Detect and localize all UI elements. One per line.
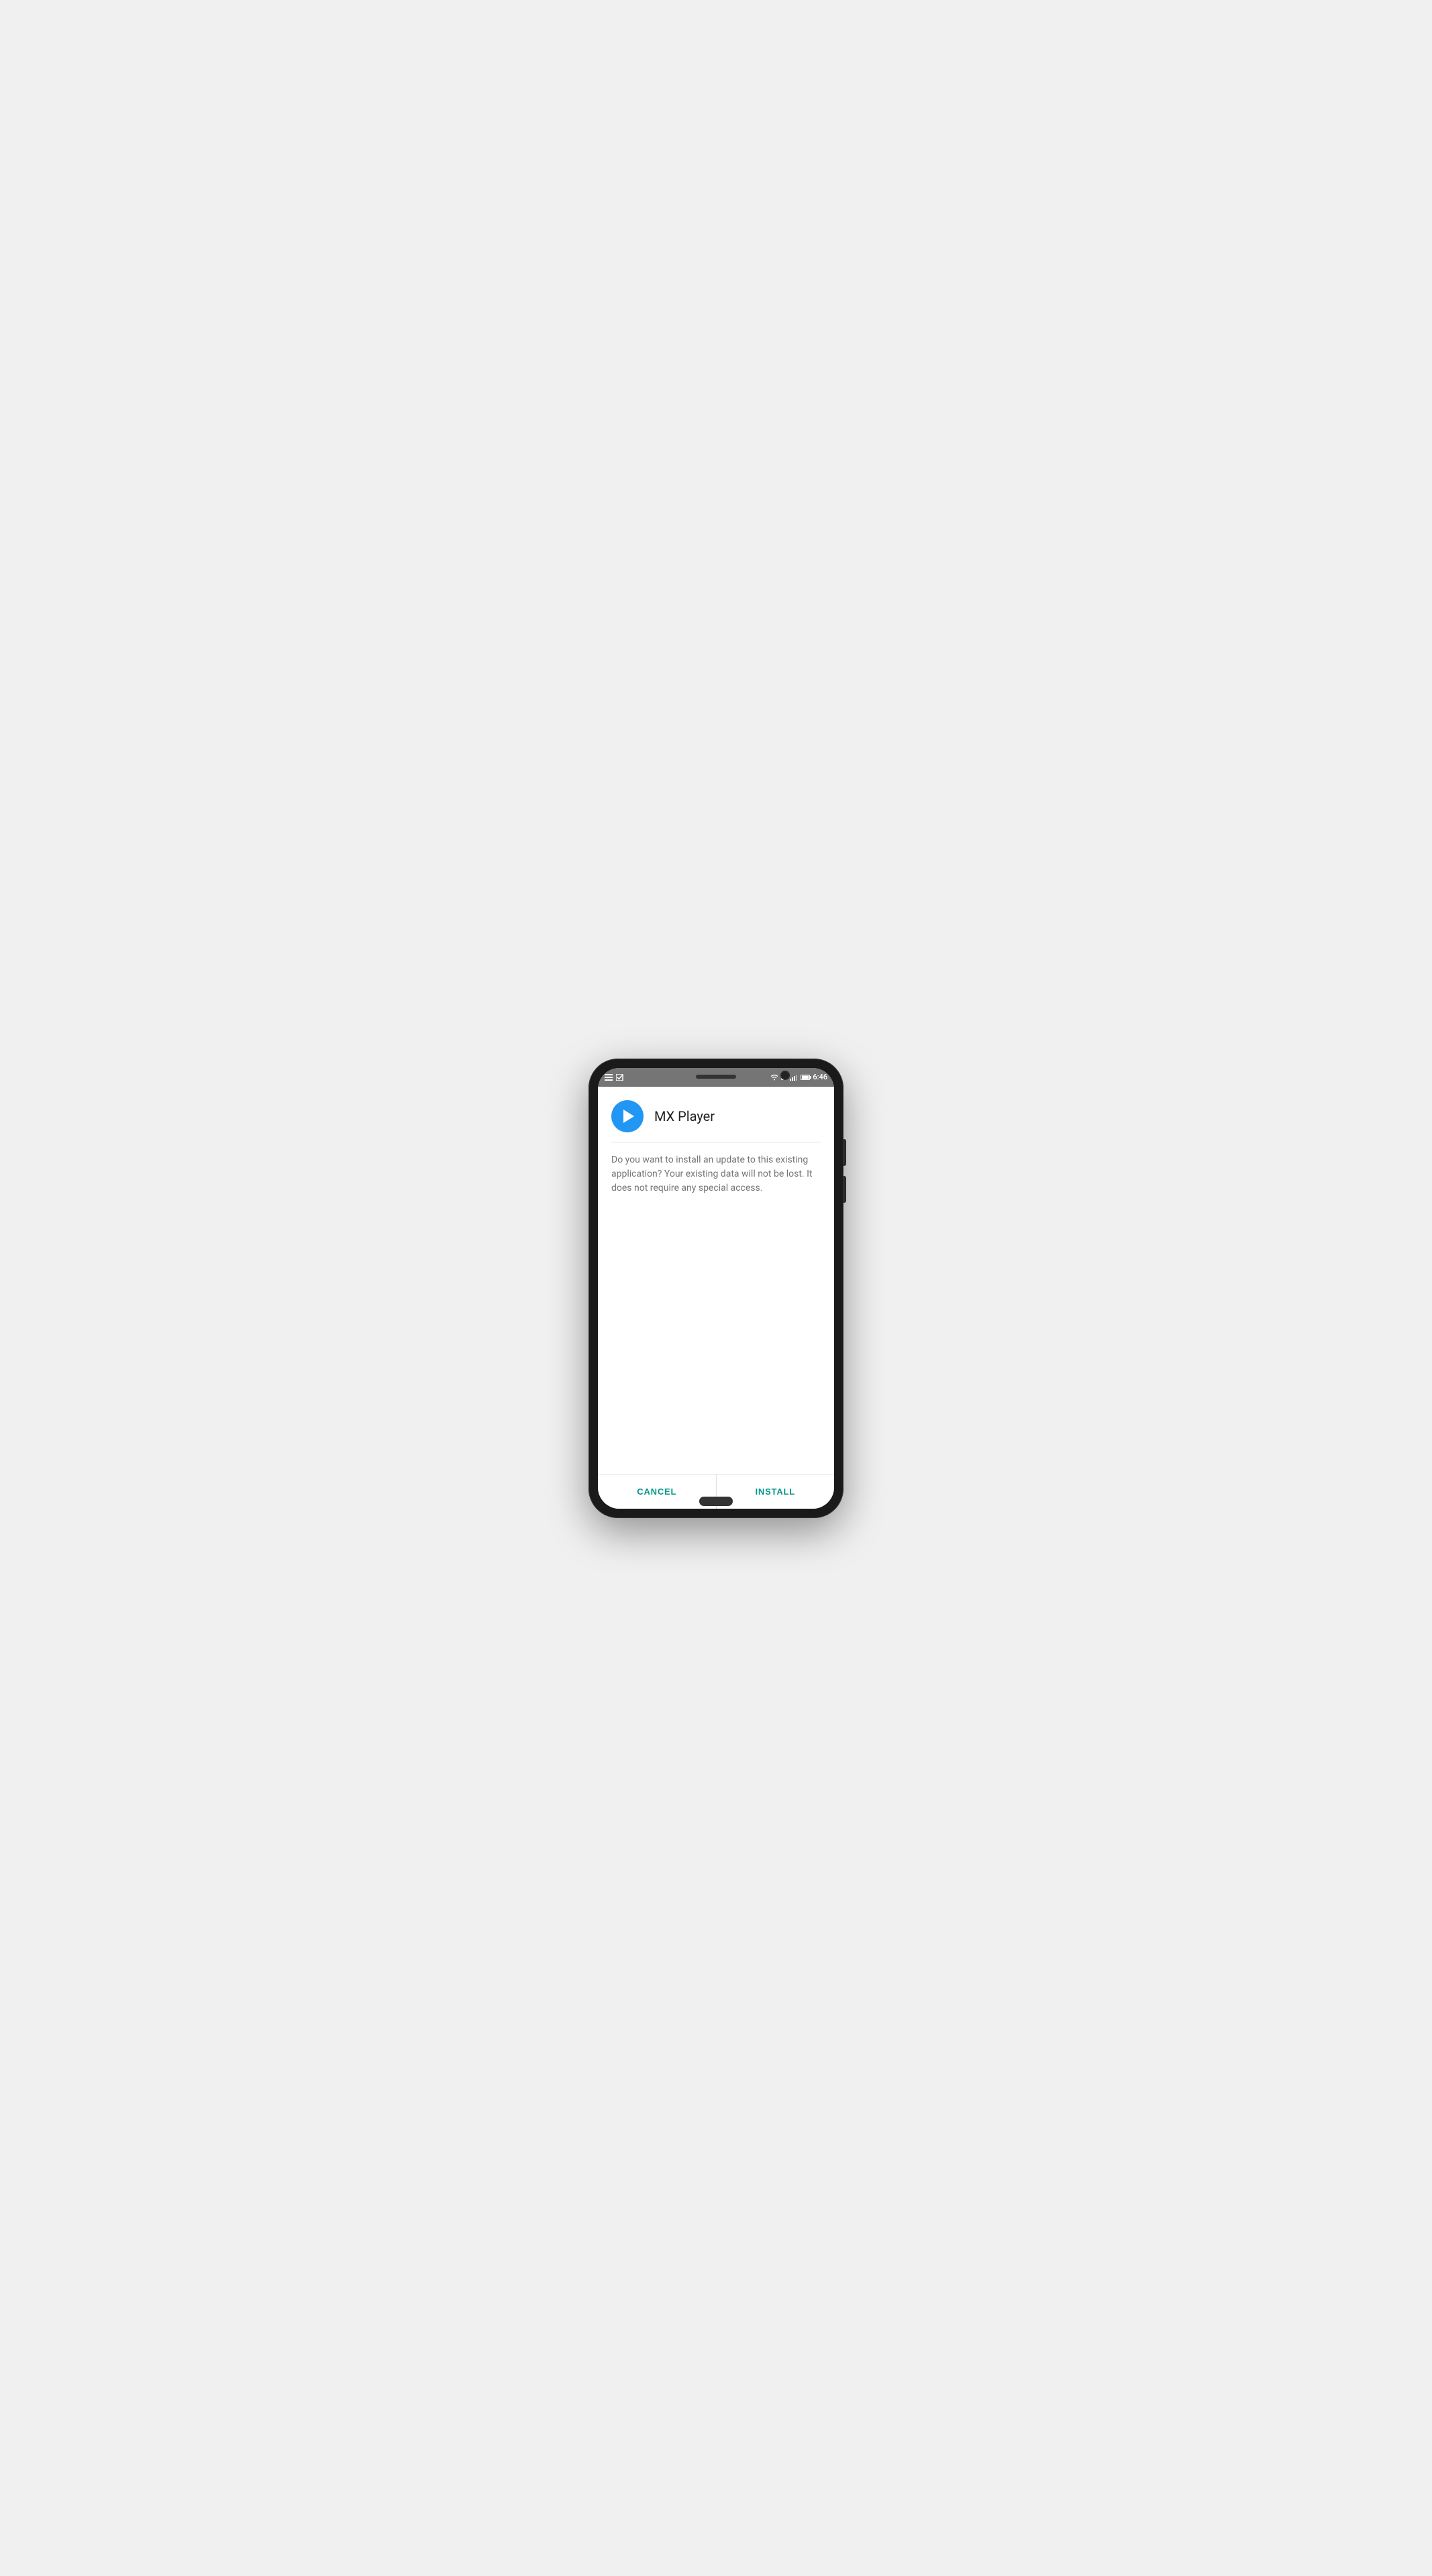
install-button[interactable]: INSTALL xyxy=(716,1474,835,1509)
dialog-body: Do you want to install an update to this… xyxy=(598,1142,834,1474)
status-time: 6:46 xyxy=(813,1073,827,1081)
home-button[interactable] xyxy=(699,1497,733,1506)
phone-camera xyxy=(780,1071,790,1080)
app-icon xyxy=(611,1100,644,1132)
volume-down-button[interactable] xyxy=(843,1176,846,1203)
wifi-icon xyxy=(770,1074,778,1081)
battery-icon xyxy=(801,1075,810,1080)
status-bar-right: H 6:46 xyxy=(770,1073,827,1081)
status-bar-left xyxy=(605,1074,623,1081)
install-dialog: MX Player Do you want to install an upda… xyxy=(598,1087,834,1509)
volume-up-button[interactable] xyxy=(843,1139,846,1166)
dialog-message: Do you want to install an update to this… xyxy=(611,1153,821,1195)
cancel-button[interactable]: CANCEL xyxy=(598,1474,716,1509)
phone-speaker xyxy=(696,1075,736,1079)
dialog-header: MX Player xyxy=(598,1087,834,1142)
phone-device: H 6:46 xyxy=(589,1059,843,1518)
signal-icon xyxy=(790,1074,798,1081)
app-name: MX Player xyxy=(654,1108,715,1124)
notification-list-icon xyxy=(605,1074,613,1081)
play-icon xyxy=(623,1110,634,1123)
phone-screen: H 6:46 xyxy=(598,1068,834,1509)
checkbox-icon xyxy=(616,1074,623,1081)
